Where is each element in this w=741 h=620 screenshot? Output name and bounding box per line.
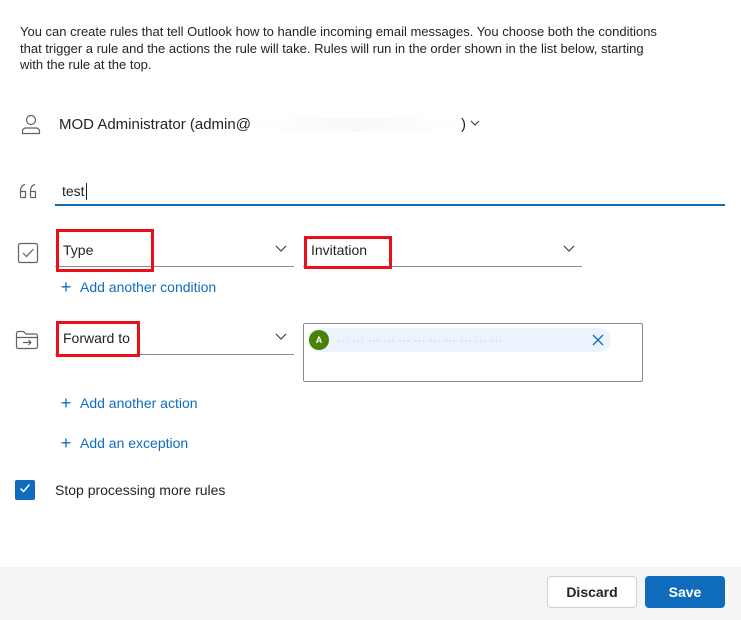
add-exception-label: Add an exception — [80, 435, 189, 451]
quote-icon — [19, 183, 39, 204]
plus-icon: + — [60, 277, 72, 297]
account-label: MOD Administrator (admin@ — [59, 116, 251, 133]
chevron-down-icon — [274, 329, 288, 346]
avatar: A — [309, 330, 329, 350]
recipient-input[interactable]: A ··· ··· ··· ··· ··· ··· ··· ··· ··· ··… — [303, 323, 643, 382]
intro-text: You can create rules that tell Outlook h… — [20, 24, 657, 72]
stop-processing-checkbox[interactable] — [15, 480, 35, 500]
rule-name-input[interactable] — [55, 178, 725, 206]
stop-processing-label: Stop processing more rules — [55, 482, 226, 498]
recipient-name: ··· ··· ··· ··· ··· ··· ··· ··· ··· ··· … — [337, 333, 503, 347]
action-type-value: Forward to — [63, 329, 130, 346]
add-condition-label: Add another condition — [80, 279, 217, 295]
condition-checkbox-icon — [17, 242, 39, 269]
chevron-down-icon — [274, 241, 288, 258]
save-button[interactable]: Save — [645, 576, 725, 608]
add-action-link[interactable]: + Add another action — [60, 393, 198, 413]
account-email-redacted — [250, 117, 461, 132]
recipient-chip[interactable]: A ··· ··· ··· ··· ··· ··· ··· ··· ··· ··… — [308, 328, 611, 352]
action-type-dropdown[interactable]: Forward to — [55, 321, 294, 355]
condition-type-value: Type — [63, 241, 94, 258]
plus-icon: + — [60, 393, 72, 413]
discard-button[interactable]: Discard — [547, 576, 637, 608]
condition-value: Invitation — [311, 241, 368, 258]
condition-type-dropdown[interactable]: Type — [55, 233, 294, 267]
account-suffix: ) — [460, 116, 466, 133]
chevron-down-icon — [469, 116, 481, 133]
account-selector[interactable]: MOD Administrator (admin@ ) — [59, 116, 481, 133]
add-exception-link[interactable]: + Add an exception — [60, 433, 189, 453]
condition-value-dropdown[interactable]: Invitation — [303, 233, 582, 267]
add-action-label: Add another action — [80, 395, 198, 411]
checkmark-icon — [18, 481, 32, 500]
folder-arrow-icon — [15, 330, 39, 355]
close-icon[interactable] — [591, 333, 605, 352]
plus-icon: + — [60, 433, 72, 453]
person-icon — [20, 113, 42, 140]
text-caret — [86, 183, 87, 200]
chevron-down-icon — [562, 241, 576, 258]
add-condition-link[interactable]: + Add another condition — [60, 277, 217, 297]
